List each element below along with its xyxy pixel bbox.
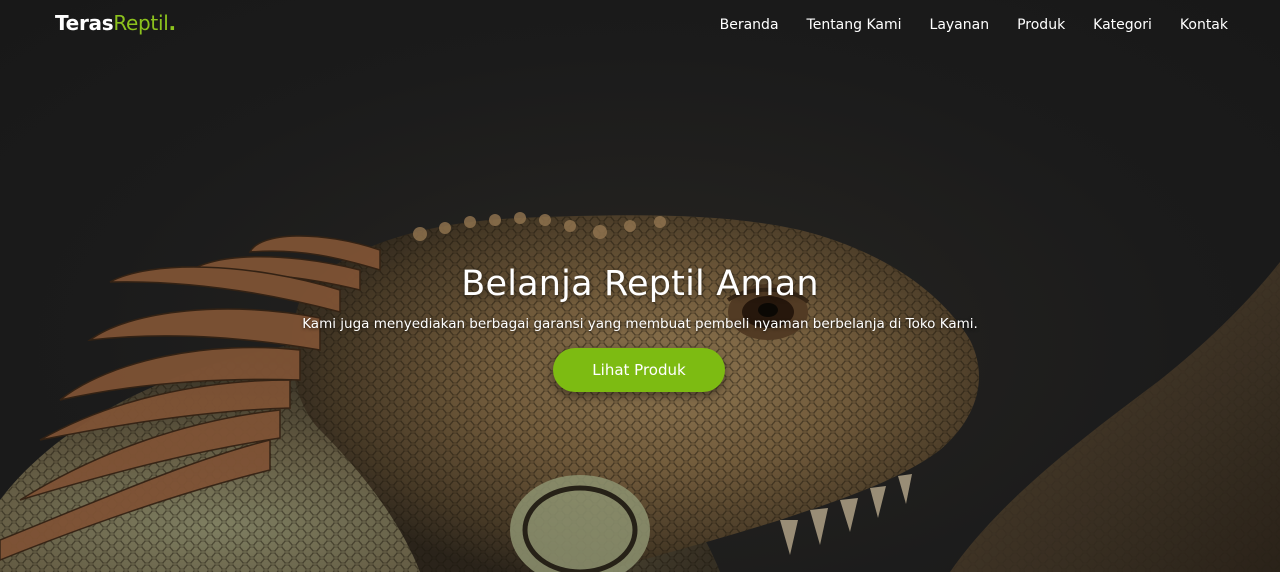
brand-part1: Teras [55, 11, 114, 35]
nav-item-tentang-kami[interactable]: Tentang Kami [807, 17, 902, 33]
brand-dot: . [168, 11, 176, 35]
brand-logo[interactable]: Teras Reptil . [55, 11, 176, 35]
navbar: Teras Reptil . Beranda Tentang Kami Laya… [0, 0, 1280, 46]
nav-item-produk[interactable]: Produk [1017, 17, 1065, 33]
hero-subtitle: Kami juga menyediakan berbagai garansi y… [302, 316, 978, 332]
nav-item-layanan[interactable]: Layanan [930, 17, 990, 33]
lihat-produk-button[interactable]: Lihat Produk [553, 348, 725, 392]
hero-title: Belanja Reptil Aman [461, 264, 819, 304]
brand-part2: Reptil [113, 11, 169, 35]
nav-menu: Beranda Tentang Kami Layanan Produk Kate… [692, 14, 1228, 33]
nav-item-kategori[interactable]: Kategori [1093, 17, 1152, 33]
hero-content: Belanja Reptil Aman Kami juga menyediaka… [0, 264, 1280, 392]
nav-item-kontak[interactable]: Kontak [1180, 17, 1228, 33]
nav-item-beranda[interactable]: Beranda [720, 17, 779, 33]
